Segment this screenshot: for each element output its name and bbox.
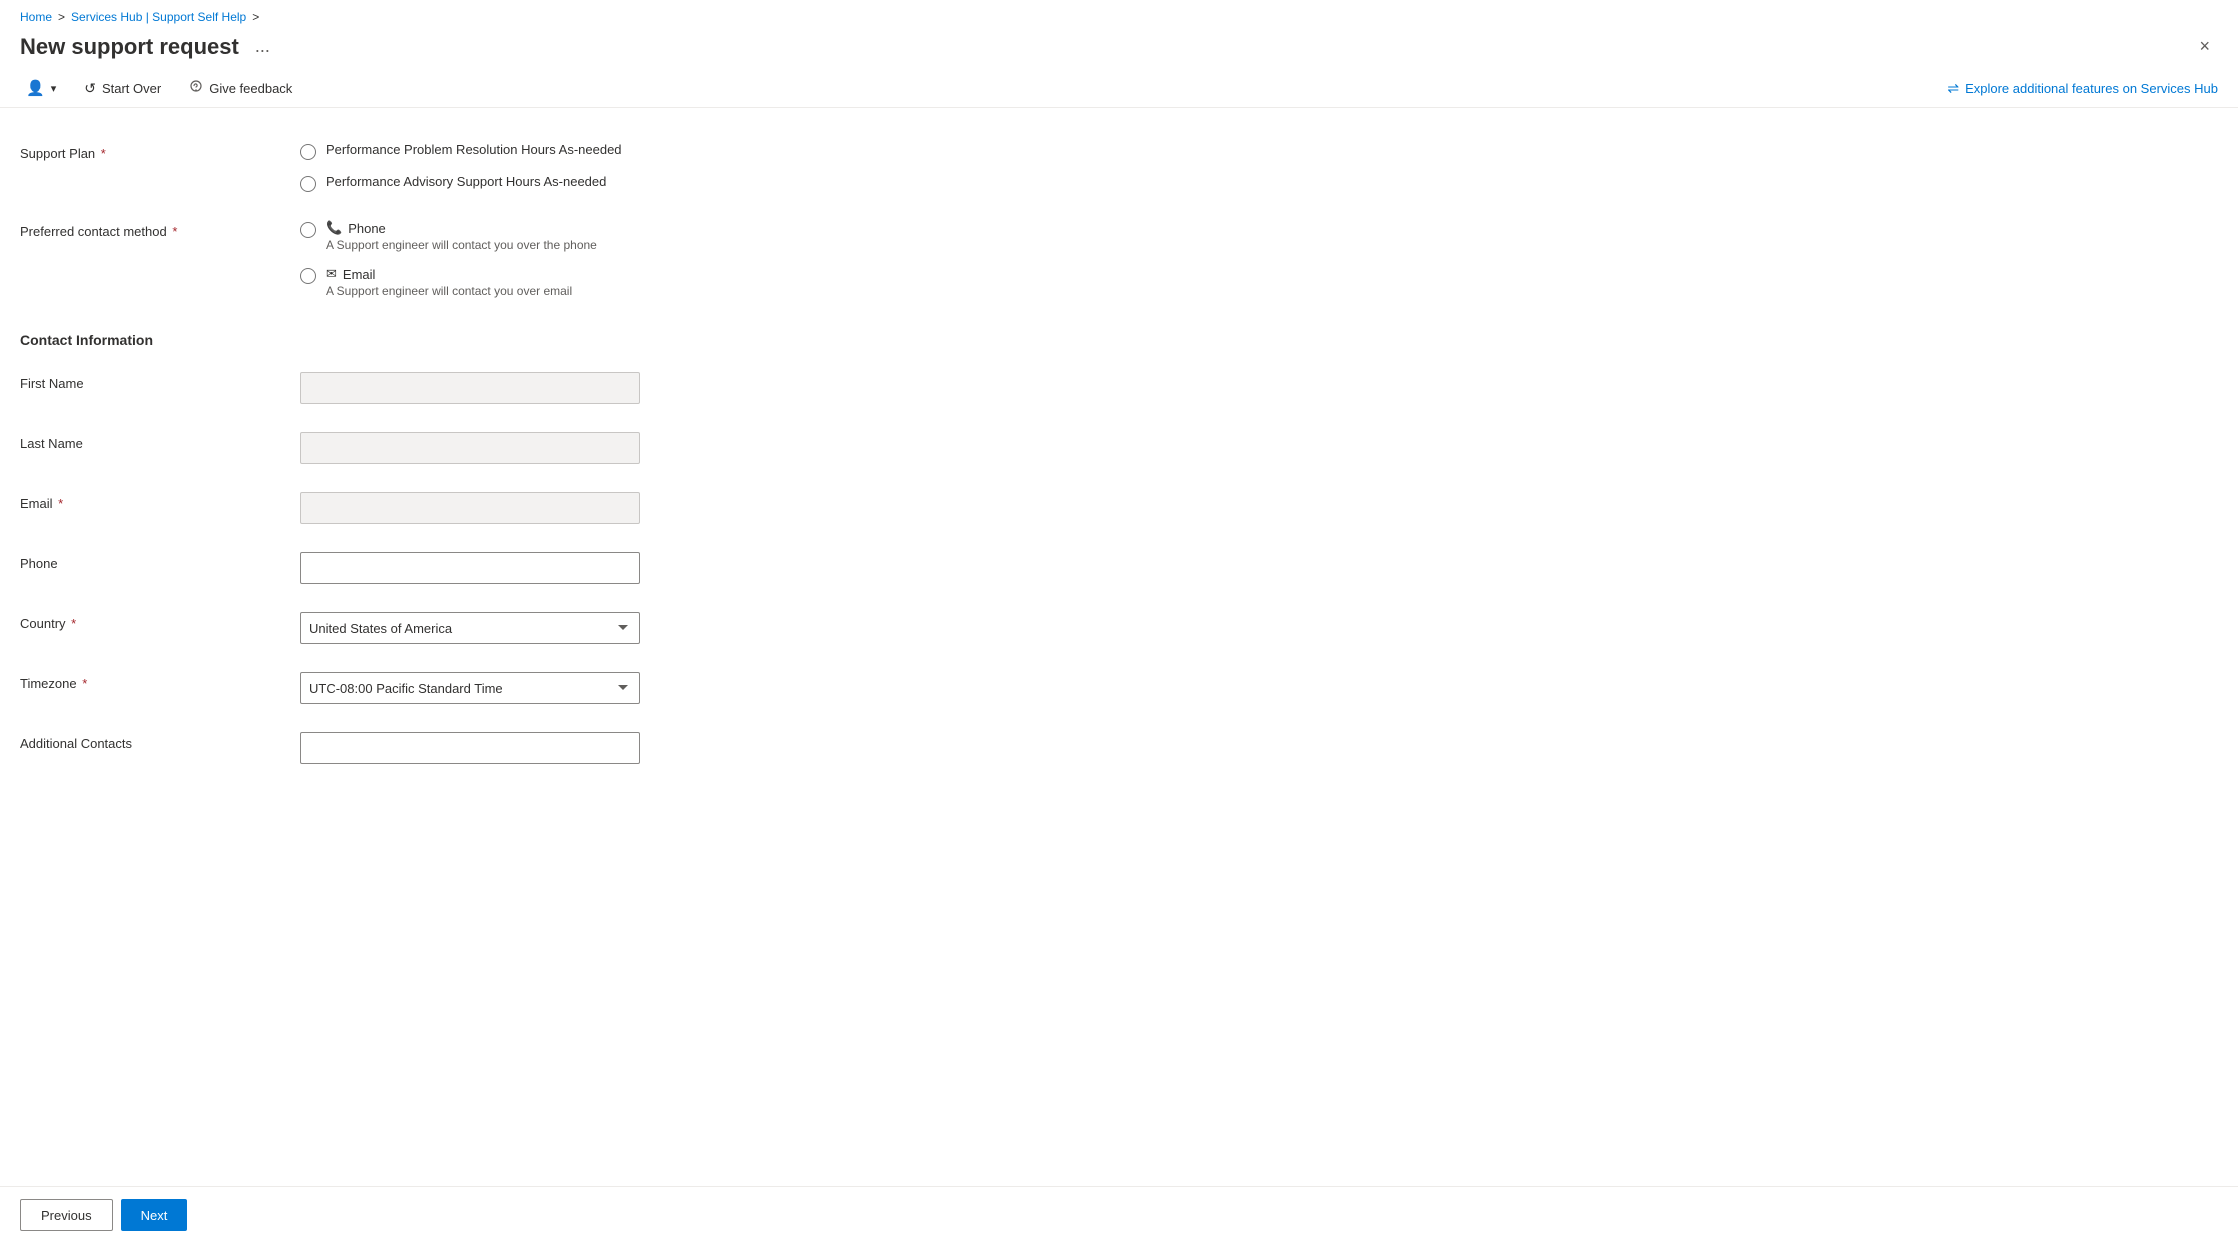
timezone-field: UTC-08:00 Pacific Standard Time UTC-07:0… [300, 672, 2208, 704]
breadcrumb-hub[interactable]: Services Hub | Support Self Help [71, 10, 246, 24]
country-select[interactable]: United States of America Canada United K… [300, 612, 640, 644]
phone-row: Phone [20, 538, 2208, 598]
contact-info-header: Contact Information [20, 312, 2208, 358]
support-plan-radio-group: Performance Problem Resolution Hours As-… [300, 142, 2208, 192]
additional-contacts-field [300, 732, 2208, 764]
start-over-icon: ↺ [84, 80, 96, 97]
contact-method-radio-group: 📞 Phone A Support engineer will contact … [300, 220, 2208, 298]
first-name-field [300, 372, 2208, 404]
ellipsis-button[interactable]: ... [249, 34, 276, 59]
page-title-bar: New support request ... × [0, 28, 2238, 69]
page-title-left: New support request ... [20, 34, 276, 60]
feedback-button[interactable]: Give feedback [183, 76, 298, 101]
support-plan-required: * [101, 146, 106, 161]
phone-option[interactable]: 📞 Phone A Support engineer will contact … [300, 220, 2208, 252]
email-icon: ✉ [326, 266, 337, 282]
phone-radio[interactable] [300, 222, 316, 238]
contact-method-row: Preferred contact method * 📞 Phone A Sup… [20, 206, 2208, 312]
last-name-label: Last Name [20, 432, 300, 451]
plan-option-2[interactable]: Performance Advisory Support Hours As-ne… [300, 174, 2208, 192]
next-button[interactable]: Next [121, 1199, 188, 1231]
phone-field [300, 552, 2208, 584]
start-over-button[interactable]: ↺ Start Over [78, 76, 167, 101]
explore-label: Explore additional features on Services … [1965, 81, 2218, 96]
email-option[interactable]: ✉ Email A Support engineer will contact … [300, 266, 2208, 298]
email-field [300, 492, 2208, 524]
plan-label-2: Performance Advisory Support Hours As-ne… [326, 174, 606, 189]
timezone-label: Timezone * [20, 672, 300, 691]
email-row: Email * [20, 478, 2208, 538]
timezone-select[interactable]: UTC-08:00 Pacific Standard Time UTC-07:0… [300, 672, 640, 704]
contact-method-label: Preferred contact method * [20, 220, 300, 239]
additional-contacts-label: Additional Contacts [20, 732, 300, 751]
breadcrumb: Home > Services Hub | Support Self Help … [0, 0, 2238, 28]
last-name-row: Last Name [20, 418, 2208, 478]
user-icon: 👤 [26, 79, 45, 97]
feedback-label: Give feedback [209, 81, 292, 96]
phone-icon: 📞 [326, 220, 342, 236]
support-plan-row: Support Plan * Performance Problem Resol… [20, 128, 2208, 206]
explore-link[interactable]: ⇌ Explore additional features on Service… [1947, 80, 2218, 97]
toolbar-left: 👤 ▾ ↺ Start Over Give feedback [20, 75, 298, 101]
country-field: United States of America Canada United K… [300, 612, 2208, 644]
plan-label-1: Performance Problem Resolution Hours As-… [326, 142, 622, 157]
additional-contacts-input[interactable] [300, 732, 640, 764]
plan-radio-1[interactable] [300, 144, 316, 160]
country-required: * [71, 616, 76, 631]
first-name-label: First Name [20, 372, 300, 391]
start-over-label: Start Over [102, 81, 161, 96]
footer: Previous Next [0, 1186, 2238, 1243]
breadcrumb-sep1: > [58, 10, 65, 24]
plan-radio-2[interactable] [300, 176, 316, 192]
country-row: Country * United States of America Canad… [20, 598, 2208, 658]
contact-method-required: * [172, 224, 177, 239]
country-label: Country * [20, 612, 300, 631]
timezone-required: * [82, 676, 87, 691]
email-input[interactable] [300, 492, 640, 524]
explore-icon: ⇌ [1947, 80, 1959, 97]
phone-input[interactable] [300, 552, 640, 584]
previous-button[interactable]: Previous [20, 1199, 113, 1231]
email-radio[interactable] [300, 268, 316, 284]
main-content: Support Plan * Performance Problem Resol… [0, 108, 2238, 1186]
email-label: Email * [20, 492, 300, 511]
contact-method-field: 📞 Phone A Support engineer will contact … [300, 220, 2208, 298]
phone-label: Phone [20, 552, 300, 571]
feedback-icon [189, 80, 203, 97]
email-label: ✉ Email [326, 266, 572, 282]
close-button[interactable]: × [2191, 32, 2218, 61]
support-plan-label: Support Plan * [20, 142, 300, 161]
support-plan-field: Performance Problem Resolution Hours As-… [300, 142, 2208, 192]
first-name-row: First Name [20, 358, 2208, 418]
first-name-input[interactable] [300, 372, 640, 404]
email-desc: A Support engineer will contact you over… [326, 284, 572, 298]
toolbar: 👤 ▾ ↺ Start Over Give feedback ⇌ Explore… [0, 69, 2238, 108]
user-button[interactable]: 👤 ▾ [20, 75, 62, 101]
email-required: * [58, 496, 63, 511]
timezone-row: Timezone * UTC-08:00 Pacific Standard Ti… [20, 658, 2208, 718]
form-section: Support Plan * Performance Problem Resol… [20, 128, 2208, 778]
phone-desc: A Support engineer will contact you over… [326, 238, 597, 252]
page-title: New support request [20, 34, 239, 60]
last-name-input[interactable] [300, 432, 640, 464]
additional-contacts-row: Additional Contacts [20, 718, 2208, 778]
phone-label: 📞 Phone [326, 220, 597, 236]
plan-option-1[interactable]: Performance Problem Resolution Hours As-… [300, 142, 2208, 160]
last-name-field [300, 432, 2208, 464]
breadcrumb-home[interactable]: Home [20, 10, 52, 24]
dropdown-chevron: ▾ [51, 82, 57, 95]
breadcrumb-sep2: > [252, 10, 259, 24]
